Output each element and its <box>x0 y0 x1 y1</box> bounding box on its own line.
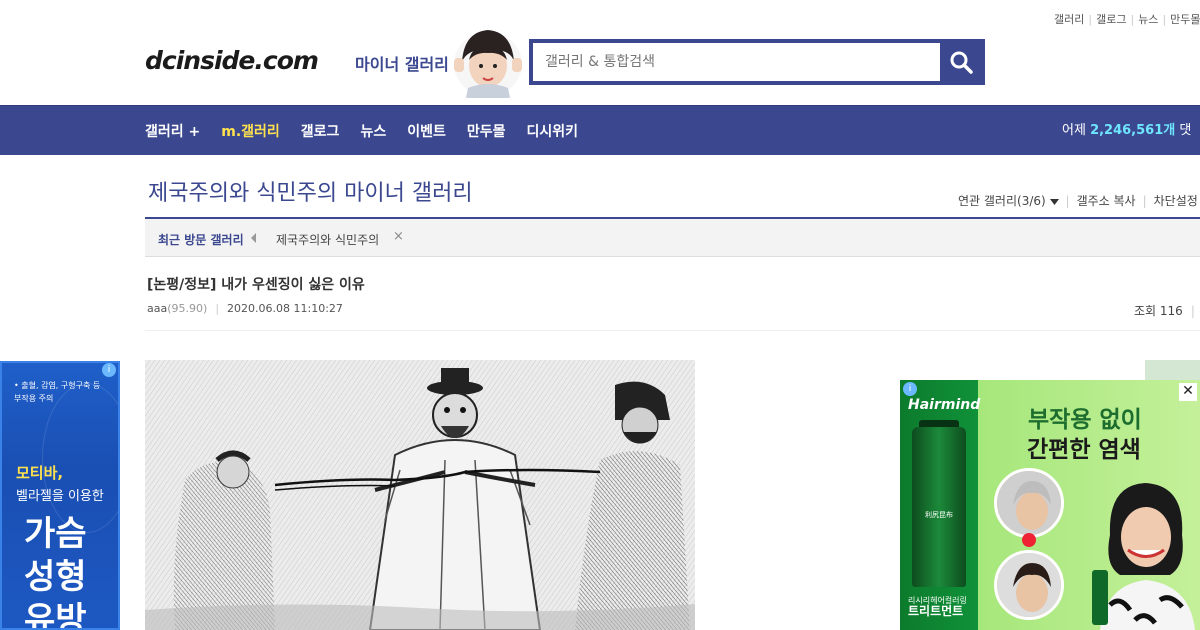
post-title: [논평/정보] 내가 우센징이 싫은 이유 <box>147 277 365 293</box>
top-link-gallog[interactable]: 갤로그 <box>1096 13 1126 26</box>
top-link-mall[interactable]: 만두몰 <box>1170 13 1200 26</box>
ad-headline-2: 간편한 염색 <box>1027 437 1141 463</box>
nav-minor-gallery[interactable]: m.갤러리 <box>221 121 280 141</box>
yesterday-stats: 어제 2,246,561개 댓 <box>1062 106 1191 156</box>
after-photo <box>994 550 1064 620</box>
top-link-gallery[interactable]: 갤러리 <box>1054 13 1084 26</box>
post-stats: 조회 116 | <box>1134 304 1195 318</box>
nav-gallog[interactable]: 갤로그 <box>301 121 340 141</box>
product-bottle <box>912 427 966 587</box>
bottle-label: 利尻昆布 <box>925 511 953 519</box>
post-date: 2020.06.08 11:10:27 <box>227 302 343 315</box>
ad-info-icon[interactable]: i <box>102 363 116 377</box>
page: 갤러리 | 갤로그 | 뉴스 | 만두몰 dcinside.com 마이너 갤러리 갤러리 … <box>0 0 1200 630</box>
yesterday-count: 2,246,561개 <box>1090 123 1176 138</box>
recent-visit-item[interactable]: 제국주의와 식민주의 <box>276 231 379 248</box>
ad-brand-hairmind: Hairmind <box>908 397 981 413</box>
left-ad-banner[interactable]: i • 출혈, 감염, 구형구축 등 부작용 주의 모티바, 벨라젤을 이용한 … <box>0 361 120 630</box>
post-author[interactable]: aaa <box>147 302 167 315</box>
ad-info-icon[interactable]: i <box>903 382 917 396</box>
recent-visit-bar: 최근 방문 갤러리 제국주의와 식민주의 × <box>145 219 1200 257</box>
arrow-icon <box>1022 533 1036 547</box>
top-links: 갤러리 | 갤로그 | 뉴스 | 만두몰 <box>1054 13 1200 26</box>
nav-wiki[interactable]: 디시위키 <box>526 121 578 141</box>
ad-decoration <box>42 383 118 533</box>
mascot-image <box>454 30 522 98</box>
copy-address-button[interactable]: 갤주소 복사 <box>1077 194 1136 208</box>
block-settings-button[interactable]: 차단설정 <box>1154 194 1198 208</box>
post-image[interactable] <box>145 360 695 630</box>
search-button[interactable] <box>940 43 981 81</box>
ad-headline: 가슴 성형 유방 <box>24 513 87 630</box>
post-header-divider <box>145 330 1200 331</box>
search-input[interactable] <box>533 43 940 81</box>
ad-brand-sub: 벨라젤을 이용한 <box>16 489 104 504</box>
yesterday-suffix: 댓 <box>1179 123 1192 138</box>
product-line: 트리트먼트 <box>908 604 964 618</box>
ad-warning-line: • 출혈, 감염, 구형구축 등 <box>14 381 101 390</box>
close-icon[interactable]: × <box>393 229 404 244</box>
post-meta: aaa(95.90) | 2020.06.08 11:10:27 <box>147 302 343 315</box>
ad-headline-1: 부작용 없이 <box>1028 407 1142 433</box>
site-logo[interactable]: dcinside.com <box>145 46 319 75</box>
gallery-tools: 연관 갤러리(3/6) | 갤주소 복사 | 차단설정 <box>958 194 1198 208</box>
gallery-title[interactable]: 제국주의와 식민주의 마이너 갤러리 <box>148 175 473 207</box>
recent-visit-label: 최근 방문 갤러리 <box>158 233 244 247</box>
ad-headline-line: 유방 <box>24 600 87 630</box>
top-link-news[interactable]: 뉴스 <box>1138 13 1158 26</box>
ad-close-icon[interactable]: ✕ <box>1179 383 1197 401</box>
before-photo <box>994 468 1064 538</box>
ad-warning: • 출혈, 감염, 구형구축 등 부작용 주의 <box>14 379 100 405</box>
author-ip: (95.90) <box>167 302 208 315</box>
search-icon <box>950 51 973 74</box>
ad-headline-line: 가슴 <box>24 514 87 554</box>
ad-brand: 모티바, <box>16 464 64 482</box>
main-nav: 갤러리 + m.갤러리 갤로그 뉴스 이벤트 만두몰 디시위키 어제 2,246… <box>0 105 1200 155</box>
ad-warning-line: 부작용 주의 <box>14 394 54 403</box>
post-views: 조회 116 <box>1134 304 1183 318</box>
model-image <box>1092 483 1195 630</box>
caret-down-icon <box>1049 199 1059 205</box>
related-gallery-button[interactable]: 연관 갤러리(3/6) <box>958 194 1059 208</box>
nav-mall[interactable]: 만두몰 <box>467 121 506 141</box>
nav-gallery[interactable]: 갤러리 + <box>145 121 200 141</box>
caret-left-icon[interactable] <box>251 233 256 243</box>
nav-event[interactable]: 이벤트 <box>407 121 446 141</box>
yesterday-label: 어제 <box>1062 123 1086 138</box>
search-box <box>529 39 985 85</box>
ad-product-name: 리시리헤어컬러링 트리트먼트 <box>908 595 967 618</box>
minor-gallery-label[interactable]: 마이너 갤러리 <box>355 51 449 75</box>
right-ad-banner[interactable]: i ✕ Hairmind 利尻昆布 리시리헤어컬러링 트리트먼트 부작용 없이 … <box>900 380 1200 630</box>
nav-news[interactable]: 뉴스 <box>360 121 386 141</box>
ad-headline-line: 성형 <box>24 557 87 597</box>
